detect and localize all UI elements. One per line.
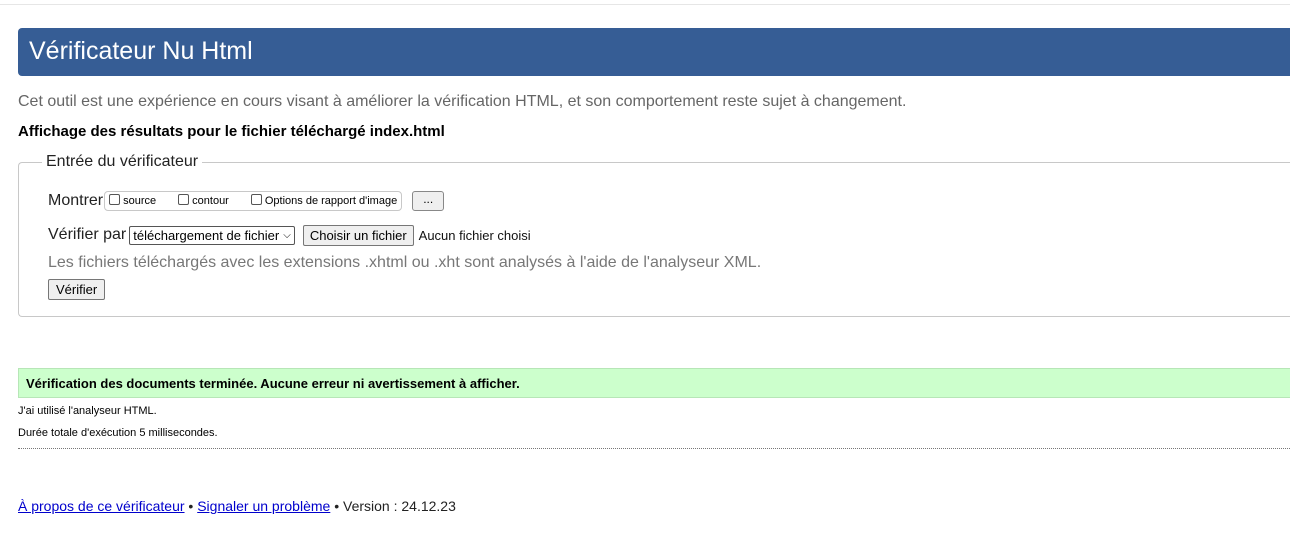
- option-image-report[interactable]: Options de rapport d'image: [250, 193, 398, 207]
- results-heading: Affichage des résultats pour le fichier …: [18, 123, 445, 140]
- fieldset-legend: Entrée du vérificateur: [42, 153, 203, 171]
- check-button[interactable]: Vérifier: [48, 279, 106, 300]
- top-divider: [0, 4, 1290, 5]
- outline-checkbox[interactable]: [178, 193, 190, 205]
- source-label: source: [123, 195, 157, 207]
- footer-separator: •: [334, 498, 340, 514]
- upload-hint: Les fichiers téléchargés avec les extens…: [48, 254, 762, 271]
- report-problem-link[interactable]: Signaler un problème: [197, 498, 330, 514]
- check-by-label: Vérifier par: [48, 226, 127, 243]
- footer-separator: •: [188, 498, 194, 514]
- parser-note: J'ai utilisé l'analyseur HTML.: [18, 405, 157, 417]
- about-link[interactable]: À propos de ce vérificateur: [18, 498, 185, 514]
- more-options-button[interactable]: ...: [412, 191, 445, 211]
- results-divider: [18, 448, 1290, 449]
- page-title: Vérificateur Nu Html: [29, 37, 253, 65]
- source-checkbox[interactable]: [109, 193, 121, 205]
- show-options-row: Montrer source contour Options de rappor…: [48, 190, 445, 212]
- duration-note: Durée totale d'exécution 5 millisecondes…: [18, 427, 218, 439]
- success-message: Vérification des documents terminée. Auc…: [18, 368, 1290, 398]
- no-file-chosen-text: Aucun fichier choisi: [418, 227, 531, 243]
- image-report-checkbox[interactable]: [250, 193, 262, 205]
- check-by-value: téléchargement de fichier: [133, 227, 280, 243]
- chevron-down-icon: ⌵: [283, 229, 291, 241]
- choose-file-button[interactable]: Choisir un fichier: [302, 224, 414, 246]
- option-source[interactable]: source: [109, 193, 157, 207]
- intro-text: Cet outil est une expérience en cours vi…: [18, 93, 907, 110]
- outline-label: contour: [192, 195, 229, 207]
- show-label: Montrer: [48, 192, 104, 209]
- check-by-select[interactable]: téléchargement de fichier ⌵: [129, 225, 295, 245]
- check-by-row: Vérifier par téléchargement de fichier ⌵…: [48, 224, 531, 246]
- image-report-label: Options de rapport d'image: [264, 195, 398, 207]
- show-options-group: source contour Options de rapport d'imag…: [104, 191, 403, 211]
- header-bar: Vérificateur Nu Html: [18, 28, 1290, 76]
- option-outline[interactable]: contour: [178, 193, 229, 207]
- footer: À propos de ce vérificateur • Signaler u…: [18, 498, 456, 514]
- version-text: Version : 24.12.23: [343, 498, 456, 514]
